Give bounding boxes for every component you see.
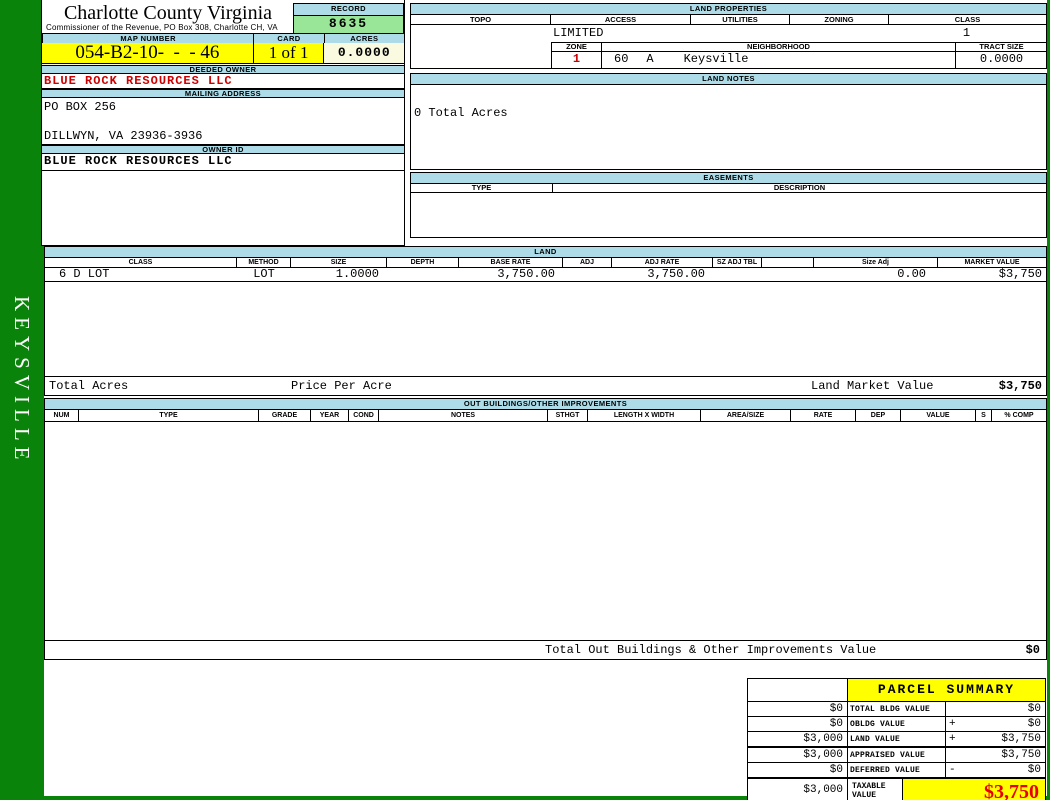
- parcel-summary-title: PARCEL SUMMARY: [848, 679, 1045, 701]
- easements-section: EASEMENTS TYPE DESCRIPTION: [410, 172, 1047, 238]
- col-type: TYPE: [411, 184, 553, 193]
- col-market-value: MARKET VALUE: [938, 258, 1046, 268]
- col-value: VALUE: [901, 410, 976, 422]
- out-buildings-total-row: Total Out Buildings & Other Improvements…: [45, 640, 1046, 659]
- out-buildings-title: OUT BUILDINGS/OTHER IMPROVEMENTS: [45, 399, 1046, 410]
- out-buildings-total-label: Total Out Buildings & Other Improvements…: [545, 643, 876, 657]
- mailing-address-box: PO BOX 256 DILLWYN, VA 23936-3936: [42, 98, 404, 145]
- land-notes-title: LAND NOTES: [411, 74, 1046, 85]
- summary-row-total-bldg: $0 TOTAL BLDG VALUE $0: [748, 701, 1045, 716]
- mailing-address-label: MAILING ADDRESS: [42, 89, 404, 98]
- land-market-value-label: Land Market Value: [811, 379, 933, 393]
- price-per-acre-label: Price Per Acre: [291, 379, 392, 393]
- parcel-summary-header: PARCEL SUMMARY: [748, 679, 1045, 701]
- col-class: CLASS: [45, 258, 237, 268]
- property-record-card: KEYSVILLE Charlotte County Virginia Comm…: [0, 0, 1050, 800]
- owner-panel: Charlotte County Virginia Commissioner o…: [41, 0, 405, 246]
- neighborhood-label: NEIGHBORHOOD: [602, 43, 956, 52]
- land-notes-section: LAND NOTES 0 Total Acres: [410, 73, 1047, 170]
- card-value: 1 of 1: [254, 43, 325, 63]
- land-row: 6 D LOT LOT 1.0000 3,750.00 3,750.00 0.0…: [45, 268, 1046, 282]
- zone-table: ZONE NEIGHBORHOOD TRACT SIZE 1 60AKeysvi…: [551, 42, 1047, 69]
- total-acres-label: Total Acres: [49, 379, 128, 393]
- land-market-value: $3,750: [999, 379, 1042, 393]
- col-base-rate: BASE RATE: [459, 258, 563, 268]
- col-size-adj: Size Adj: [814, 258, 938, 268]
- land-section: LAND CLASS METHOD SIZE DEPTH BASE RATE A…: [44, 246, 1047, 396]
- commissioner-line: Commissioner of the Revenue, PO Box 308,…: [46, 23, 278, 32]
- record-value: 8635: [293, 16, 404, 34]
- col-rate: RATE: [791, 410, 856, 422]
- region-label-vertical: KEYSVILLE: [9, 296, 34, 465]
- col-notes: NOTES: [379, 410, 548, 422]
- out-buildings-columns: NUM TYPE GRADE YEAR COND NOTES STHGT LEN…: [45, 410, 1046, 422]
- out-buildings-section: OUT BUILDINGS/OTHER IMPROVEMENTS NUM TYP…: [44, 398, 1047, 660]
- county-title: Charlotte County Virginia: [42, 2, 294, 25]
- acres-value: 0.0000: [324, 43, 404, 63]
- col-dep: DEP: [856, 410, 901, 422]
- col-blank: [762, 258, 814, 268]
- taxable-value-label: TAXABLE VALUE: [848, 779, 903, 800]
- col-year: YEAR: [311, 410, 349, 422]
- tract-size-value: 0.0000: [956, 52, 1047, 68]
- owner-id-value: BLUE ROCK RESOURCES LLC: [42, 154, 404, 171]
- col-topo: TOPO: [411, 15, 551, 25]
- deeded-owner-label: DEEDED OWNER: [42, 65, 404, 74]
- col-description: DESCRIPTION: [553, 184, 1046, 193]
- summary-row-deferred: $0 DEFERRED VALUE -$0: [748, 762, 1045, 777]
- land-title: LAND: [45, 247, 1046, 258]
- col-zoning: ZONING: [790, 15, 889, 25]
- col-length-width: LENGTH X WIDTH: [588, 410, 701, 422]
- col-s: S: [976, 410, 992, 422]
- neighborhood-value: 60AKeysville: [602, 52, 956, 68]
- mailing-address-line2: DILLWYN, VA 23936-3936: [44, 129, 202, 143]
- col-class: CLASS: [889, 15, 1046, 25]
- col-size: SIZE: [291, 258, 387, 268]
- deeded-owner-value: BLUE ROCK RESOURCES LLC: [42, 74, 404, 89]
- land-properties-title: LAND PROPERTIES: [411, 4, 1046, 15]
- class-value: 1: [887, 26, 1046, 41]
- land-totals-row: Total Acres Price Per Acre Land Market V…: [45, 376, 1046, 395]
- land-columns: CLASS METHOD SIZE DEPTH BASE RATE ADJ AD…: [45, 258, 1046, 268]
- record-box: RECORD 8635: [293, 3, 404, 34]
- easements-columns: TYPE DESCRIPTION: [411, 184, 1046, 193]
- col-cond: COND: [349, 410, 379, 422]
- col-sthgt: STHGT: [548, 410, 588, 422]
- parcel-summary-blank: [748, 679, 848, 701]
- col-adj-rate: ADJ RATE: [612, 258, 713, 268]
- summary-row-obldg: $0 OBLDG VALUE +$0: [748, 716, 1045, 731]
- tract-size-label: TRACT SIZE: [956, 43, 1047, 52]
- col-area-size: AREA/SIZE: [701, 410, 791, 422]
- zone-value: 1: [552, 52, 602, 68]
- col-pct-comp: % COMP: [992, 410, 1046, 422]
- land-notes-text: 0 Total Acres: [414, 106, 508, 120]
- mailing-address-line1: PO BOX 256: [44, 100, 402, 114]
- col-grade: GRADE: [259, 410, 311, 422]
- easements-title: EASEMENTS: [411, 173, 1046, 184]
- summary-row-taxable: $3,000 TAXABLE VALUE $3,750: [748, 777, 1045, 800]
- col-type: TYPE: [79, 410, 259, 422]
- col-depth: DEPTH: [387, 258, 459, 268]
- land-properties-values: LIMITED 1 ZONE NEIGHBORHOOD TRACT SIZE 1…: [411, 25, 1046, 68]
- taxable-value: $3,750: [903, 779, 1045, 800]
- access-value: LIMITED: [553, 26, 603, 41]
- record-label: RECORD: [293, 3, 404, 16]
- col-num: NUM: [45, 410, 79, 422]
- map-number-value: 054-B2-10- - - 46: [42, 43, 254, 63]
- col-sz-adj-tbl: SZ ADJ TBL: [713, 258, 762, 268]
- parcel-summary-section: PARCEL SUMMARY $0 TOTAL BLDG VALUE $0 $0…: [747, 678, 1046, 800]
- land-properties-columns: TOPO ACCESS UTILITIES ZONING CLASS: [411, 15, 1046, 25]
- col-access: ACCESS: [551, 15, 691, 25]
- out-buildings-total-value: $0: [1026, 643, 1040, 657]
- summary-row-land: $3,000 LAND VALUE +$3,750: [748, 731, 1045, 746]
- col-utilities: UTILITIES: [691, 15, 790, 25]
- summary-row-appraised: $3,000 APPRAISED VALUE $3,750: [748, 746, 1045, 762]
- land-properties-section: LAND PROPERTIES TOPO ACCESS UTILITIES ZO…: [410, 3, 1047, 69]
- col-method: METHOD: [237, 258, 291, 268]
- map-value-row: 054-B2-10- - - 46 1 of 1 0.0000: [42, 43, 404, 64]
- owner-id-label: OWNER ID: [42, 145, 404, 154]
- zone-label: ZONE: [552, 43, 602, 52]
- col-adj: ADJ: [563, 258, 612, 268]
